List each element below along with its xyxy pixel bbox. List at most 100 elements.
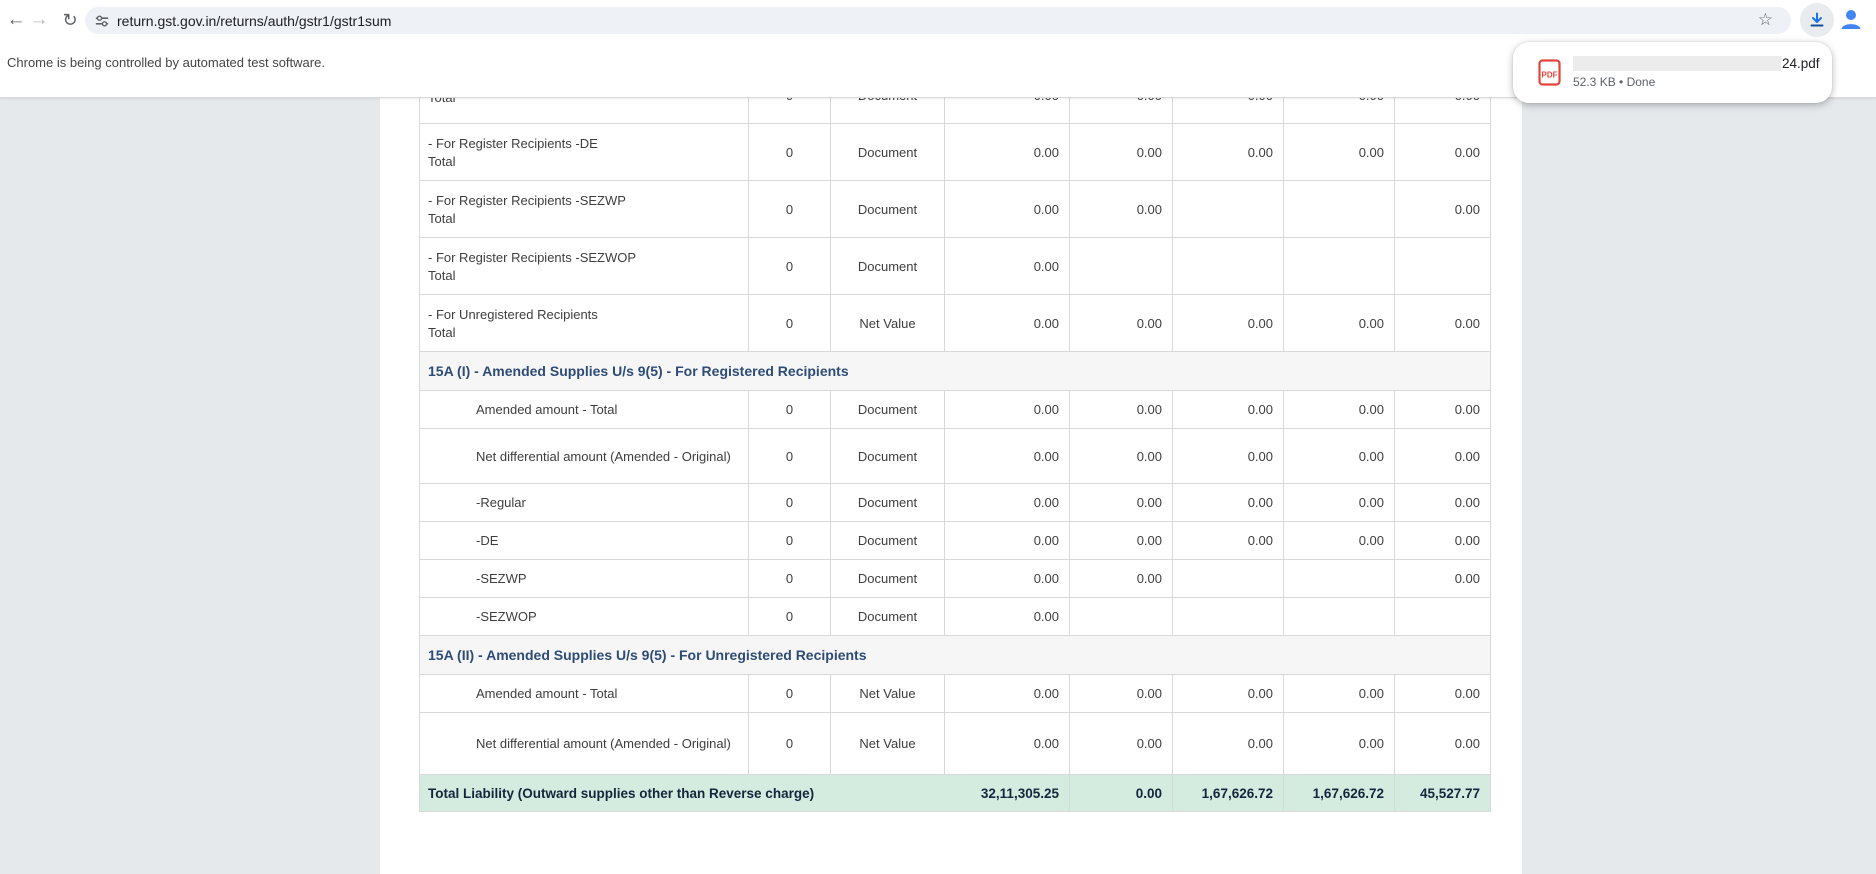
cell-basis: Net Value — [830, 294, 945, 352]
cell-basis: Document — [830, 237, 945, 295]
reload-icon[interactable]: ↻ — [54, 4, 86, 36]
cell-value: 0.00 — [944, 180, 1070, 238]
cell-value: 0.00 — [944, 483, 1070, 522]
section-header-row: 15A (I) - Amended Supplies U/s 9(5) - Fo… — [419, 351, 1491, 391]
cell-value: 0.00 — [1172, 98, 1284, 124]
cell-value: 0.00 — [944, 521, 1070, 560]
cell-value: 0.00 — [1172, 294, 1284, 352]
cell-value: 0.00 — [1069, 428, 1173, 484]
cell-description: -SEZWOP — [419, 597, 749, 636]
browser-toolbar: ← → ↻ return.gst.gov.in/returns/auth/gst… — [0, 0, 1876, 40]
cell-value: 0.00 — [944, 674, 1070, 713]
cell-description: Net differential amount (Amended - Origi… — [419, 712, 749, 775]
cell-value: 0.00 — [1283, 98, 1395, 124]
cell-basis: Document — [830, 123, 945, 181]
person-icon — [1841, 10, 1861, 29]
table-row: - For Register Recipients -SEZWOP Total 0 D… — [419, 237, 1491, 295]
cell-description: -DE — [419, 521, 749, 560]
cell-description: Net differential amount (Amended - Origi… — [419, 428, 749, 484]
site-settings-icon[interactable] — [94, 13, 110, 29]
cell-basis: Document — [830, 597, 945, 636]
cell-value: 0.00 — [944, 123, 1070, 181]
cell-value: 0.00 — [1283, 428, 1395, 484]
cell-description: -Regular — [419, 483, 749, 522]
total-liability-value: 32,11,305.25 — [944, 774, 1070, 812]
address-bar[interactable]: return.gst.gov.in/returns/auth/gstr1/gst… — [85, 7, 1791, 34]
cell-value: 0.00 — [1172, 674, 1284, 713]
cell-value: 0.00 — [1394, 123, 1491, 181]
cell-value: 0.00 — [1283, 390, 1395, 429]
cell-value-na — [1283, 559, 1395, 598]
cell-value: 0.00 — [944, 237, 1070, 295]
cell-value-na — [1283, 237, 1395, 295]
cell-value: 0.00 — [944, 390, 1070, 429]
cell-description: Amended amount - Total — [419, 674, 749, 713]
table-row: - For Register Recipients -SEZWP Total 0 Do… — [419, 180, 1491, 238]
cell-value: 0.00 — [1283, 294, 1395, 352]
profile-avatar[interactable] — [1836, 4, 1866, 34]
cell-basis: Document — [830, 521, 945, 560]
cell-basis: Net Value — [830, 712, 945, 775]
cell-value: 0.00 — [1069, 294, 1173, 352]
total-liability-value: 0.00 — [1069, 774, 1173, 812]
forward-nav-icon[interactable]: → — [23, 4, 55, 36]
browser-window: Total0Document0.000.000.000.000.00- For … — [0, 0, 1876, 874]
total-liability-row: Total Liability (Outward supplies other … — [419, 774, 1491, 812]
url-text: return.gst.gov.in/returns/auth/gstr1/gst… — [117, 12, 392, 29]
table-row: -SEZWOP 0 Document 0.00 — [419, 597, 1491, 636]
cell-count: 0 — [748, 712, 831, 775]
cell-value: 0.00 — [1394, 180, 1491, 238]
table-row: -Regular 0 Document 0.00 0.00 0.00 0.00 0.00 — [419, 483, 1491, 522]
table-row: Amended amount - Total 0 Net Value 0.00 0.00… — [419, 674, 1491, 713]
cell-value: 0.00 — [944, 294, 1070, 352]
cell-value: 0.00 — [944, 428, 1070, 484]
cell-value-na — [1172, 559, 1284, 598]
cell-description: - For Register Recipients -SEZWP Total — [419, 180, 749, 238]
cell-value-na — [1172, 180, 1284, 238]
download-size-status: 52.3 KB • Done — [1573, 75, 1656, 89]
cell-value: 0.00 — [1283, 483, 1395, 522]
table-row: -DE 0 Document 0.00 0.00 0.00 0.00 0.00 — [419, 521, 1491, 560]
svg-text:PDF: PDF — [1542, 71, 1558, 80]
table-row: -SEZWP 0 Document 0.00 0.00 0.00 — [419, 559, 1491, 598]
cell-value-na — [1172, 237, 1284, 295]
cell-value: 0.00 — [1172, 712, 1284, 775]
table-row: Amended amount - Total 0 Document 0.00 0.00 0… — [419, 390, 1491, 429]
cell-basis: Document — [830, 428, 945, 484]
cell-description: - For Register Recipients -DE Total — [419, 123, 749, 181]
cell-value: 0.00 — [1394, 428, 1491, 484]
cell-value: 0.00 — [944, 98, 1070, 124]
cell-value: 0.00 — [1069, 483, 1173, 522]
table-row: - For Unregistered Recipients Total 0 Net V… — [419, 294, 1491, 352]
cell-value: 0.00 — [1069, 98, 1173, 124]
cell-value: 0.00 — [1069, 123, 1173, 181]
cell-basis: Document — [830, 559, 945, 598]
cell-value: 0.00 — [1394, 521, 1491, 560]
cell-description: - For Unregistered Recipients Total — [419, 294, 749, 352]
cell-value: 0.00 — [1394, 294, 1491, 352]
table-row: Total0Document0.000.000.000.000.00 — [419, 98, 1491, 124]
downloads-toolbar-button[interactable] — [1800, 3, 1834, 37]
cell-count: 0 — [748, 521, 831, 560]
cell-value-na — [1283, 597, 1395, 636]
cell-value: 0.00 — [1172, 521, 1284, 560]
cell-basis: Document — [830, 483, 945, 522]
cell-count: 0 — [748, 597, 831, 636]
download-notification[interactable]: PDF 24.pdf 52.3 KB • Done — [1513, 42, 1832, 103]
cell-count: 0 — [748, 294, 831, 352]
cell-value: 0.00 — [1394, 559, 1491, 598]
table-row: Net differential amount (Amended - Origi… — [419, 428, 1491, 484]
download-arrow-icon — [1810, 12, 1824, 27]
cell-basis: Document — [830, 390, 945, 429]
cell-count: 0 — [748, 428, 831, 484]
cell-count: 0 — [748, 237, 831, 295]
cell-value-na — [1394, 597, 1491, 636]
cell-value: 0.00 — [1394, 98, 1491, 124]
cell-description: Amended amount - Total — [419, 390, 749, 429]
cell-basis: Net Value — [830, 674, 945, 713]
section-title: 15A (II) - Amended Supplies U/s 9(5) - F… — [419, 635, 1491, 675]
cell-basis: Document — [830, 180, 945, 238]
cell-count: 0 — [748, 674, 831, 713]
automation-infobar-text: Chrome is being controlled by automated … — [7, 55, 325, 70]
bookmark-star-icon[interactable]: ☆ — [1758, 10, 1773, 30]
